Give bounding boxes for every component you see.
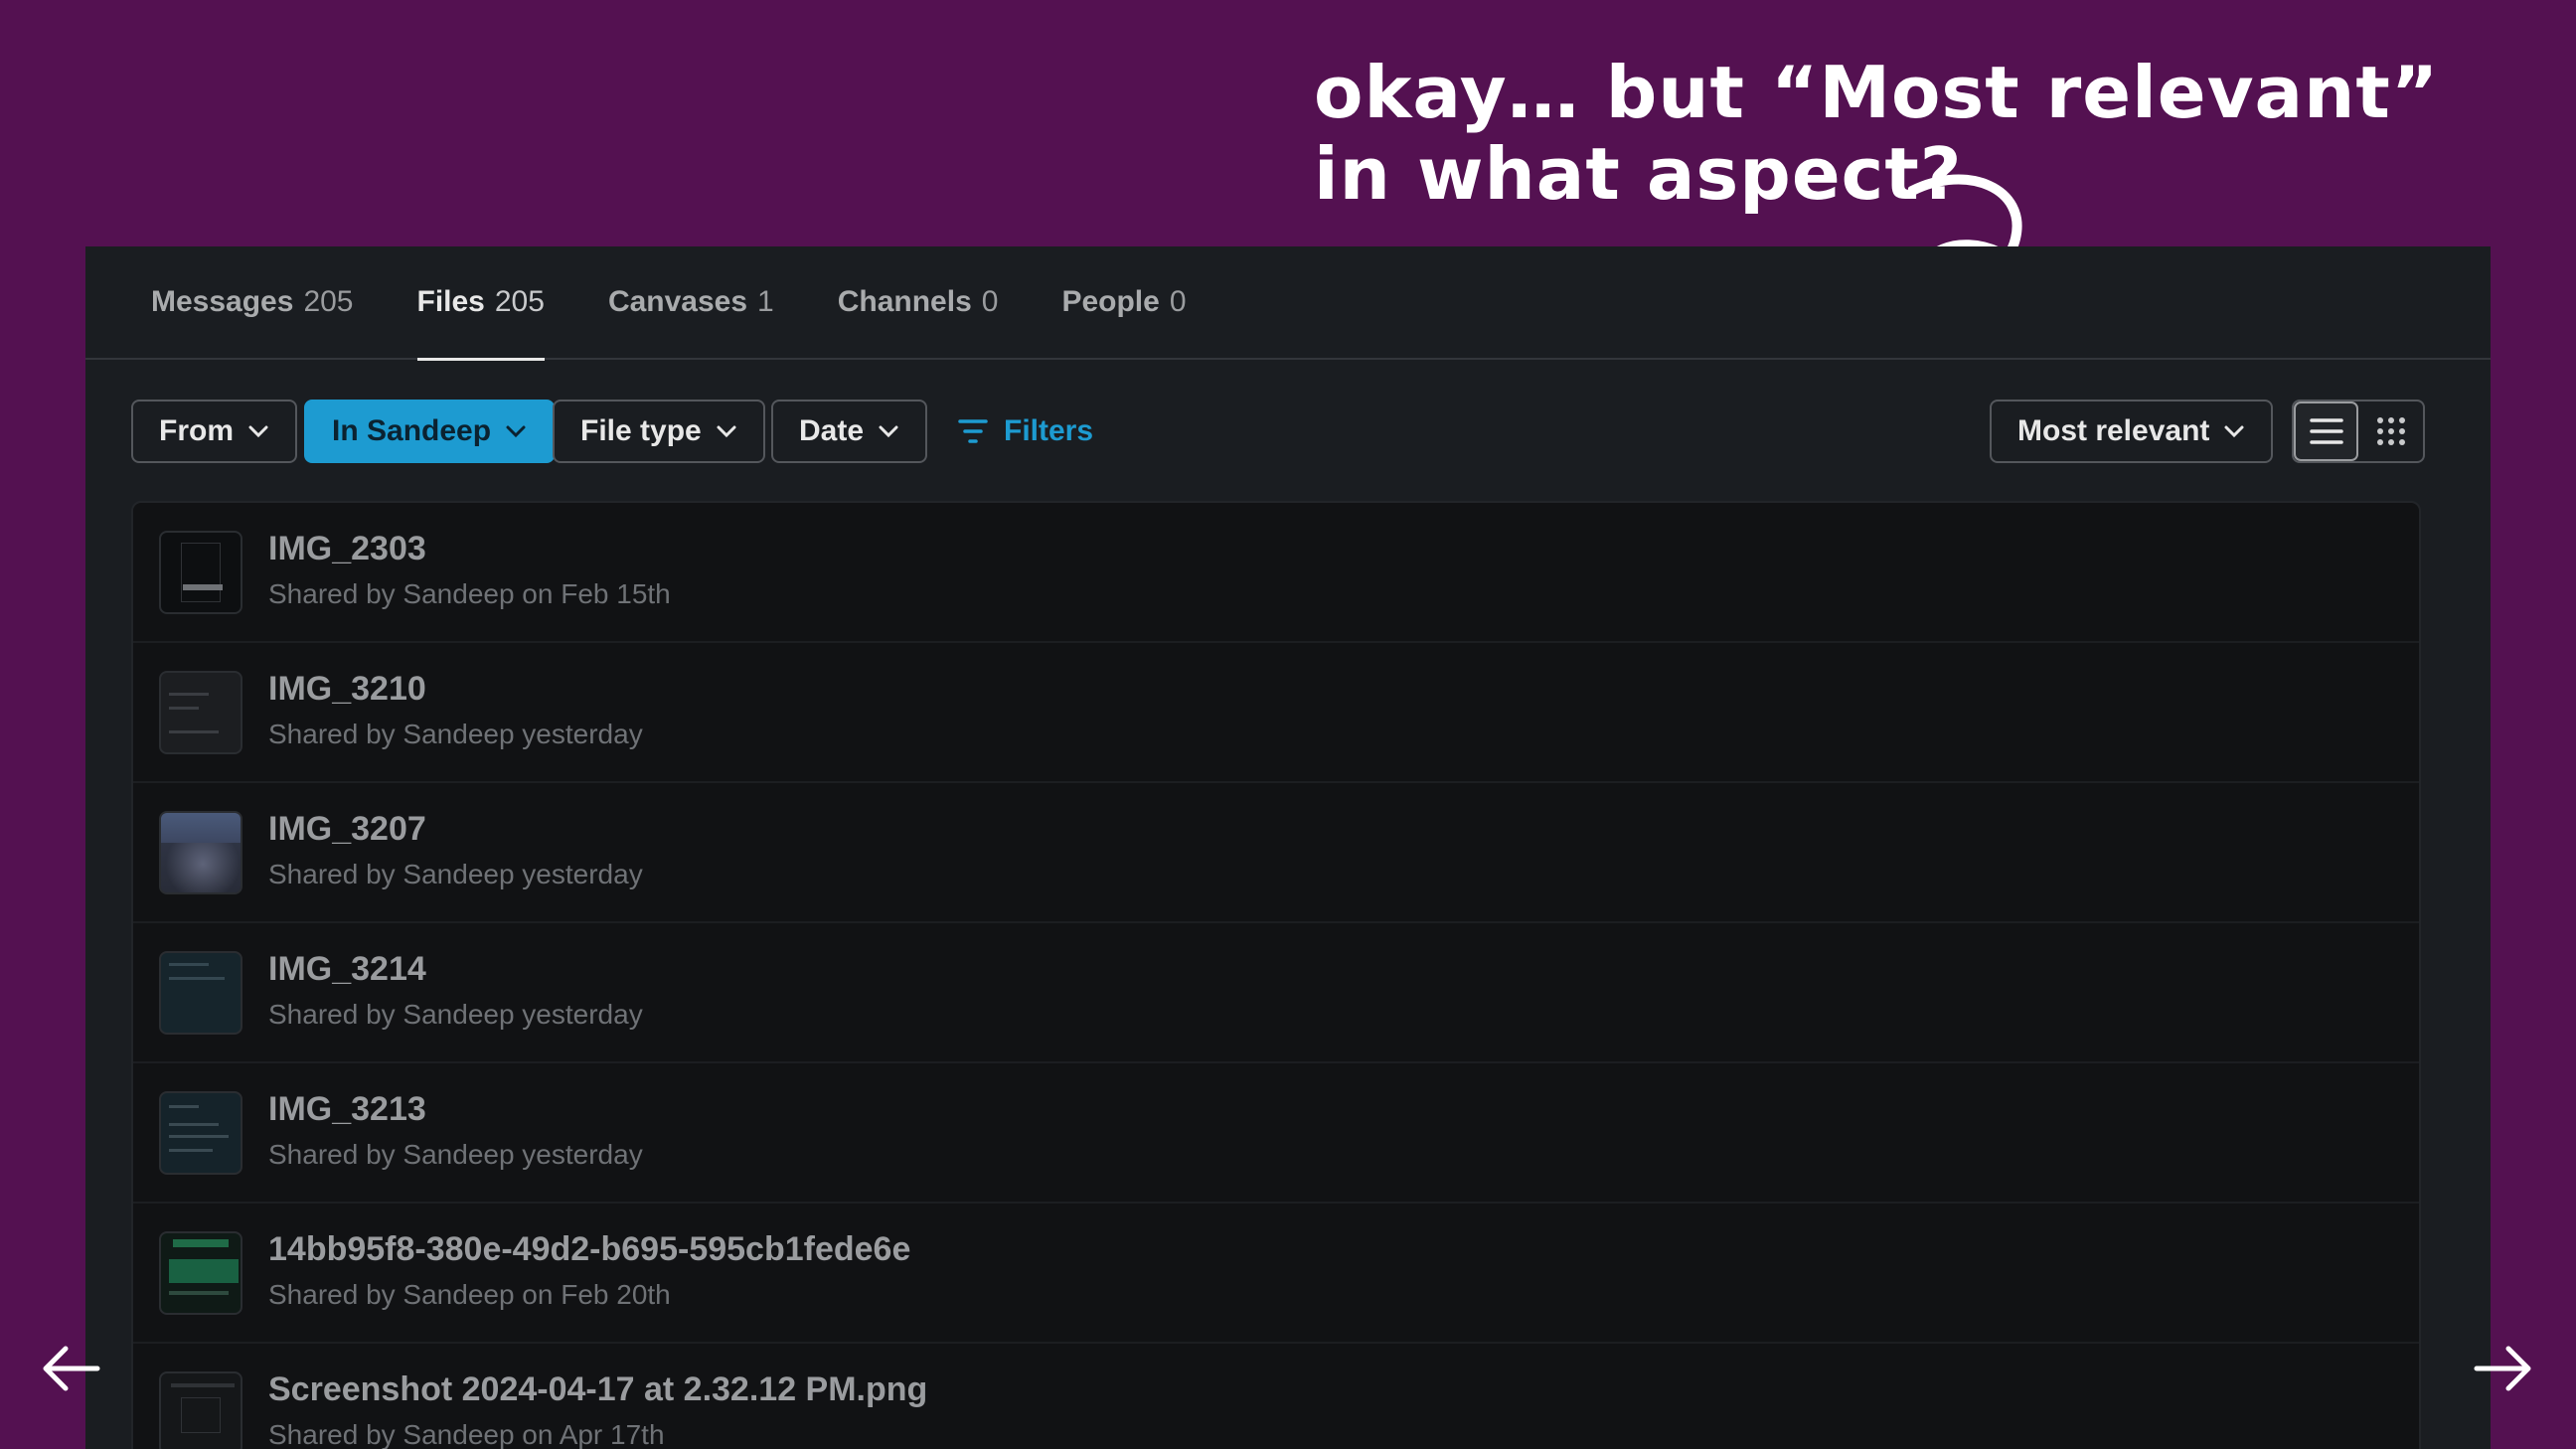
file-thumbnail bbox=[159, 1230, 242, 1315]
from-filter-button[interactable]: From bbox=[131, 400, 297, 463]
tab-canvases[interactable]: Canvases 1 bbox=[608, 246, 774, 359]
file-thumbnail bbox=[159, 1090, 242, 1175]
chevron-down-icon bbox=[717, 425, 736, 438]
file-meta: Shared by Sandeep yesterday bbox=[268, 998, 643, 1030]
file-name: Screenshot 2024-04-17 at 2.32.12 PM.png bbox=[268, 1369, 928, 1408]
arrow-left-icon[interactable] bbox=[40, 1344, 101, 1393]
file-name: IMG_3214 bbox=[268, 949, 426, 988]
arrow-right-icon[interactable] bbox=[2473, 1344, 2534, 1393]
file-meta: Shared by Sandeep yesterday bbox=[268, 718, 643, 749]
file-name: 14bb95f8-380e-49d2-b695-595cb1fede6e bbox=[268, 1229, 911, 1268]
list-item[interactable]: IMG_3213 Shared by Sandeep yesterday bbox=[133, 1063, 2419, 1204]
file-meta: Shared by Sandeep on Feb 20th bbox=[268, 1278, 671, 1310]
list-view-icon bbox=[2309, 418, 2343, 444]
file-thumbnail bbox=[159, 1370, 242, 1449]
search-results-panel: Messages 205 Files 205 Canvases 1 Channels 0… bbox=[85, 246, 2491, 1449]
date-filter-button[interactable]: Date bbox=[771, 400, 928, 463]
chevron-down-icon bbox=[879, 425, 898, 438]
grid-view-button[interactable] bbox=[2358, 402, 2423, 461]
filter-bar: From In Sandeep File type Date Filters M… bbox=[85, 360, 2491, 489]
file-thumbnail bbox=[159, 810, 242, 894]
file-thumbnail bbox=[159, 670, 242, 754]
file-name: IMG_3210 bbox=[268, 669, 426, 708]
annotation-text: okay… but “Most relevant” in what aspect… bbox=[1314, 52, 2439, 215]
file-meta: Shared by Sandeep yesterday bbox=[268, 1138, 643, 1170]
chevron-down-icon bbox=[506, 425, 526, 438]
file-name: IMG_2303 bbox=[268, 529, 426, 567]
filter-icon bbox=[958, 419, 988, 443]
file-meta: Shared by Sandeep yesterday bbox=[268, 858, 643, 889]
list-view-button[interactable] bbox=[2294, 402, 2359, 461]
annotation-line-2: in what aspect? bbox=[1314, 132, 1963, 216]
list-item[interactable]: 14bb95f8-380e-49d2-b695-595cb1fede6e Sha… bbox=[133, 1204, 2419, 1344]
tab-channels[interactable]: Channels 0 bbox=[838, 246, 999, 359]
tab-files[interactable]: Files 205 bbox=[416, 246, 546, 361]
tab-messages[interactable]: Messages 205 bbox=[151, 246, 354, 359]
list-item[interactable]: IMG_3207 Shared by Sandeep yesterday bbox=[133, 783, 2419, 923]
sort-dropdown[interactable]: Most relevant bbox=[1990, 400, 2274, 463]
view-toggle bbox=[2292, 400, 2425, 463]
file-name: IMG_3207 bbox=[268, 809, 426, 848]
file-meta: Shared by Sandeep on Apr 17th bbox=[268, 1418, 665, 1449]
file-name: IMG_3213 bbox=[268, 1089, 426, 1128]
file-meta: Shared by Sandeep on Feb 15th bbox=[268, 577, 671, 609]
filters-button[interactable]: Filters bbox=[958, 400, 1093, 463]
chevron-down-icon bbox=[2224, 425, 2244, 438]
tab-people[interactable]: People 0 bbox=[1061, 246, 1186, 359]
results-tabs: Messages 205 Files 205 Canvases 1 Channels 0… bbox=[85, 246, 2491, 361]
list-item[interactable]: IMG_3210 Shared by Sandeep yesterday bbox=[133, 643, 2419, 783]
file-thumbnail bbox=[159, 950, 242, 1035]
file-results-list: IMG_2303 Shared by Sandeep on Feb 15th I… bbox=[131, 501, 2421, 1449]
list-item[interactable]: Screenshot 2024-04-17 at 2.32.12 PM.png … bbox=[133, 1344, 2419, 1449]
in-channel-filter-button[interactable]: In Sandeep bbox=[304, 400, 556, 463]
list-item[interactable]: IMG_2303 Shared by Sandeep on Feb 15th bbox=[133, 503, 2419, 643]
list-item[interactable]: IMG_3214 Shared by Sandeep yesterday bbox=[133, 923, 2419, 1063]
chevron-down-icon bbox=[248, 425, 268, 438]
grid-view-icon bbox=[2376, 417, 2405, 445]
annotation-line-1: okay… but “Most relevant” bbox=[1314, 51, 2440, 134]
file-type-filter-button[interactable]: File type bbox=[553, 400, 765, 463]
file-thumbnail bbox=[159, 530, 242, 614]
